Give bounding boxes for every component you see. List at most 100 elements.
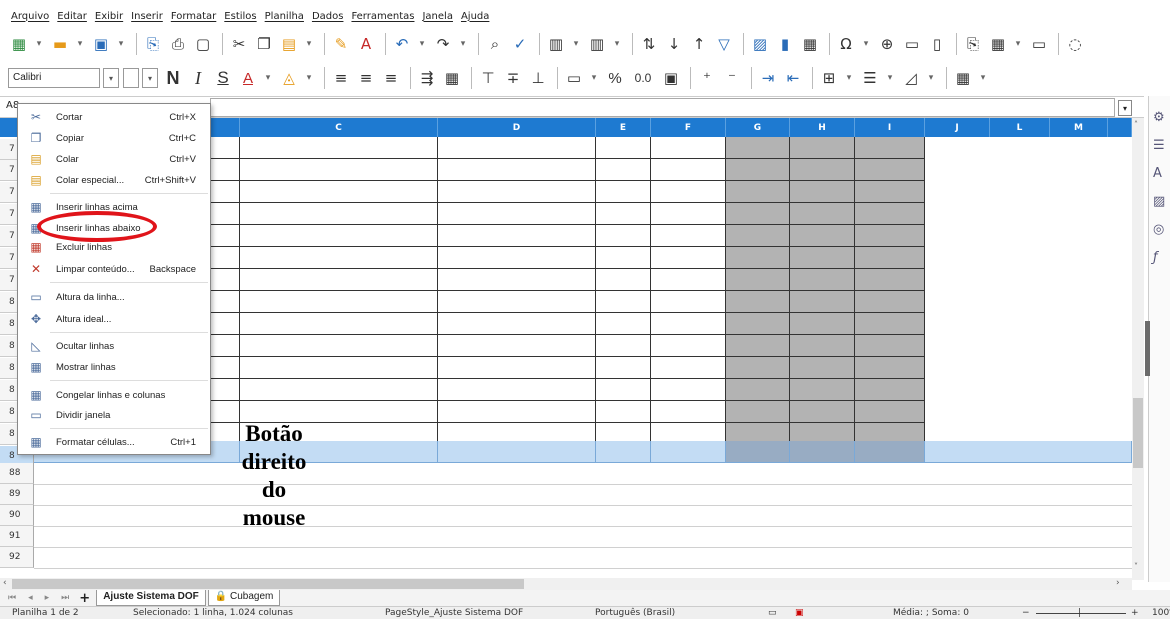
date-format-icon[interactable]: ▣ (660, 67, 682, 89)
menu-item-freeze[interactable]: ▦ Congelar linhas e colunas (18, 385, 210, 405)
table-cell[interactable] (726, 379, 790, 401)
sort-ascending-icon[interactable]: ↓ (663, 33, 685, 55)
column-header-h[interactable]: H (790, 118, 855, 137)
new-document-icon[interactable]: ▦ (8, 33, 30, 55)
menu-item-insert-rows-below[interactable]: ▦ Inserir linhas abaixo (18, 218, 210, 238)
document-modified-icon[interactable]: ▣ (795, 608, 804, 618)
selected-row-cell[interactable] (651, 441, 726, 463)
spelling-icon[interactable]: ✓ (509, 33, 531, 55)
export-pdf-icon[interactable]: ⎘ (142, 33, 164, 55)
table-cell[interactable] (651, 357, 726, 379)
status-language[interactable]: Português (Brasil) (595, 608, 675, 618)
sheet-tab-ajuste[interactable]: Ajuste Sistema DOF (96, 590, 206, 606)
menu-item-paste[interactable]: ▤ Colar Ctrl+V (18, 149, 210, 169)
autofilter-icon[interactable]: ▽ (713, 33, 735, 55)
border-style-icon[interactable]: ☰ (859, 67, 881, 89)
table-cell[interactable] (726, 357, 790, 379)
first-sheet-icon[interactable]: ⏮ (8, 593, 16, 603)
menu-item-show-rows[interactable]: ▦ Mostrar linhas (18, 357, 210, 377)
table-cell[interactable] (240, 269, 438, 291)
menu-formatar[interactable]: Formatar (171, 11, 216, 22)
table-cell[interactable] (790, 313, 855, 335)
table-cell[interactable] (240, 203, 438, 225)
save-dropdown-icon[interactable]: ▾ (115, 33, 127, 55)
table-cell[interactable] (438, 379, 596, 401)
table-cell[interactable] (855, 401, 925, 423)
font-name-input[interactable]: Calibri (8, 68, 100, 88)
align-bottom-icon[interactable]: ⊥ (527, 67, 549, 89)
menu-item-clear-contents[interactable]: ✕ Limpar conteúdo... Backspace (18, 259, 210, 279)
font-color-button[interactable]: A (237, 67, 259, 89)
table-cell[interactable] (438, 247, 596, 269)
menu-inserir[interactable]: Inserir (131, 11, 163, 22)
sidebar-functions-icon[interactable]: ƒ (1153, 250, 1169, 266)
menu-arquivo[interactable]: Arquivo (11, 11, 49, 22)
table-cell[interactable] (726, 313, 790, 335)
menu-item-cut[interactable]: ✂ Cortar Ctrl+X (18, 107, 210, 127)
table-cell[interactable] (651, 225, 726, 247)
table-cell[interactable] (726, 203, 790, 225)
open-folder-icon[interactable]: ▬ (49, 33, 71, 55)
selected-row-cell[interactable] (438, 441, 596, 463)
column-header-i[interactable]: I (855, 118, 925, 137)
menu-item-split-window[interactable]: ▭ Dividir janela (18, 405, 210, 425)
row-icon[interactable]: ▥ (545, 33, 567, 55)
find-replace-icon[interactable]: ⌕ (484, 33, 506, 55)
column-dropdown-icon[interactable]: ▾ (611, 33, 623, 55)
table-cell[interactable] (596, 247, 651, 269)
table-cell[interactable] (596, 357, 651, 379)
table-cell[interactable] (596, 401, 651, 423)
menu-exibir[interactable]: Exibir (95, 11, 123, 22)
menu-editar[interactable]: Editar (57, 11, 87, 22)
table-cell[interactable] (651, 181, 726, 203)
table-cell[interactable] (855, 291, 925, 313)
status-zoom[interactable]: 100% (1152, 608, 1170, 618)
row-header[interactable]: 88 (0, 463, 34, 484)
row-header[interactable]: 91 (0, 526, 34, 547)
hyperlink-icon[interactable]: ⊕ (876, 33, 898, 55)
table-cell[interactable] (438, 335, 596, 357)
column-header-extra[interactable] (1108, 118, 1132, 137)
menu-ferramentas[interactable]: Ferramentas (351, 11, 414, 22)
table-cell[interactable] (596, 379, 651, 401)
open-dropdown-icon[interactable]: ▾ (74, 33, 86, 55)
new-dropdown-icon[interactable]: ▾ (33, 33, 45, 55)
column-header-f[interactable]: F (651, 118, 726, 137)
border-color-icon[interactable]: ◿ (900, 67, 922, 89)
copy-icon[interactable]: ❐ (253, 33, 275, 55)
table-cell[interactable] (596, 137, 651, 159)
table-cell[interactable] (438, 159, 596, 181)
print-preview-icon[interactable]: ▢ (192, 33, 214, 55)
sidebar-navigator-icon[interactable]: ◎ (1153, 222, 1169, 238)
insert-chart-icon[interactable]: ▮ (774, 33, 796, 55)
scroll-up-icon[interactable]: ˄ (1134, 120, 1138, 129)
table-cell[interactable] (240, 379, 438, 401)
table-cell[interactable] (438, 225, 596, 247)
menu-estilos[interactable]: Estilos (224, 11, 256, 22)
menu-item-hide-rows[interactable]: ◺ Ocultar linhas (18, 336, 210, 356)
sidebar-gallery-icon[interactable]: ▨ (1153, 194, 1169, 210)
table-cell[interactable] (790, 247, 855, 269)
table-cell[interactable] (240, 137, 438, 159)
table-cell[interactable] (596, 335, 651, 357)
table-cell[interactable] (240, 291, 438, 313)
menu-dados[interactable]: Dados (312, 11, 344, 22)
number-format-button[interactable]: 0.0 (629, 67, 657, 89)
font-name-dropdown-icon[interactable]: ▾ (103, 68, 119, 88)
conditional-format-icon[interactable]: ▦ (952, 67, 974, 89)
align-left-icon[interactable]: ≡ (330, 67, 352, 89)
last-sheet-icon[interactable]: ⏭ (61, 593, 69, 603)
align-center-icon[interactable]: ≡ (355, 67, 377, 89)
borders-dropdown-icon[interactable]: ▾ (843, 67, 855, 89)
increase-indent-icon[interactable]: ⇥ (757, 67, 779, 89)
column-header-g[interactable]: G (726, 118, 790, 137)
clone-formatting-icon[interactable]: ✎ (330, 33, 352, 55)
define-print-area-icon[interactable]: ⎘ (962, 33, 984, 55)
vertical-scroll-thumb[interactable] (1133, 398, 1143, 468)
table-cell[interactable] (651, 313, 726, 335)
comment-icon[interactable]: ▭ (901, 33, 923, 55)
table-cell[interactable] (240, 181, 438, 203)
table-cell[interactable] (855, 203, 925, 225)
table-cell[interactable] (438, 313, 596, 335)
undo-dropdown-icon[interactable]: ▾ (416, 33, 428, 55)
